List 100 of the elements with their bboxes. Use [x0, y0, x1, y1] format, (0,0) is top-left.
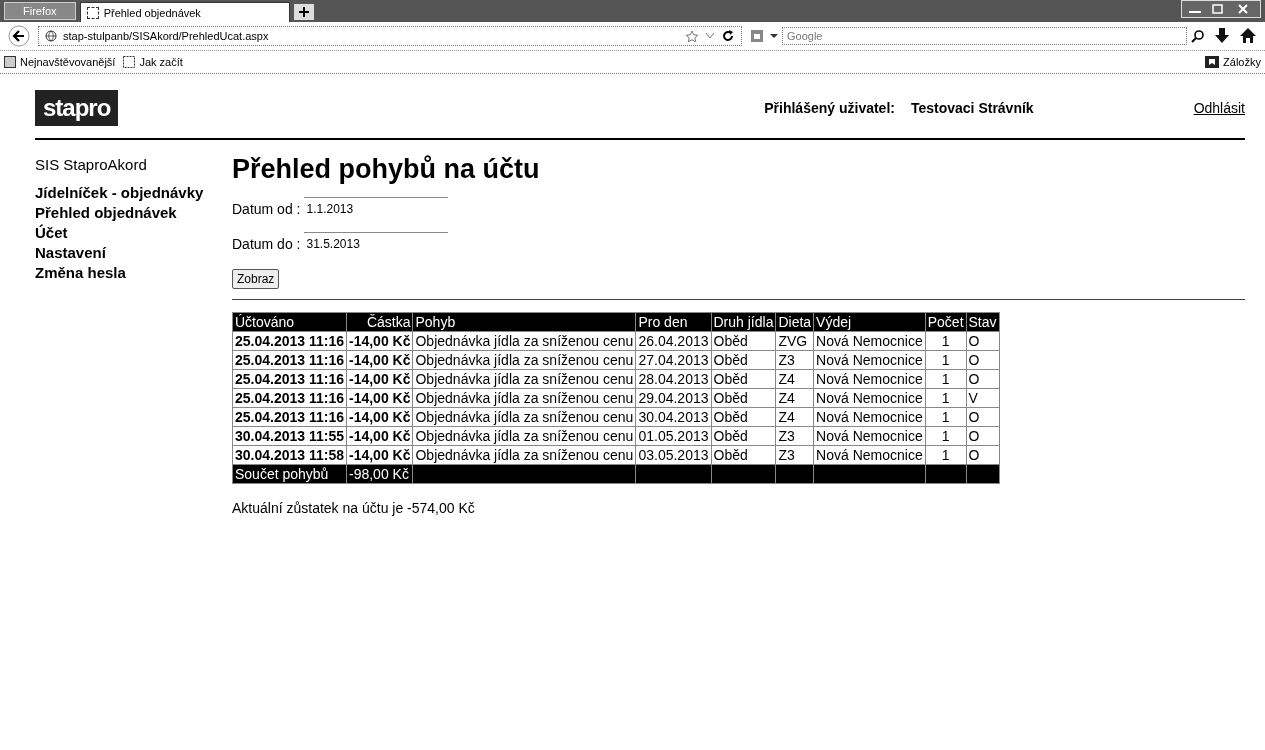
column-header: Pro den [635, 312, 711, 332]
dropdown-icon[interactable] [770, 33, 778, 39]
logo: stapro [35, 90, 119, 126]
table-cell: Objednávka jídla za sníženou cenu [413, 426, 636, 446]
table-cell: Oběd [711, 331, 776, 351]
table-cell: 25.04.2013 11:16 [232, 331, 347, 351]
bookmarks-menu[interactable]: Záložky [1205, 56, 1261, 68]
column-header: Počet [925, 312, 967, 332]
sidebar-link[interactable]: Nastavení [35, 243, 232, 263]
table-cell: Z3 [775, 350, 814, 370]
home-icon[interactable] [1239, 27, 1257, 45]
table-cell: Objednávka jídla za sníženou cenu [413, 445, 636, 465]
sidebar-link[interactable]: Přehled objednávek [35, 203, 232, 223]
back-icon[interactable] [8, 25, 30, 47]
table-cell: 1 [925, 350, 967, 370]
table-cell: 26.04.2013 [635, 331, 711, 351]
table-cell: 29.04.2013 [635, 388, 711, 408]
table-cell: Objednávka jídla za sníženou cenu [413, 407, 636, 427]
balance-text: Aktuální zůstatek na účtu je -574,00 Kč [232, 500, 476, 516]
table-cell: 28.04.2013 [635, 369, 711, 389]
table-cell: 1 [925, 369, 967, 389]
table-cell: Nová Nemocnice [813, 388, 926, 408]
new-tab-icon[interactable] [293, 4, 314, 20]
table-cell: ZVG [775, 331, 814, 351]
table-cell: Objednávka jídla za sníženou cenu [413, 388, 636, 408]
table-cell: -14,00 Kč [346, 426, 413, 446]
table-cell: Nová Nemocnice [813, 407, 926, 427]
table-cell: Objednávka jídla za sníženou cenu [413, 369, 636, 389]
address-bar[interactable]: stap-stulpanb/SISAkord/PrehledUcat.aspx [38, 26, 742, 46]
table-cell: Objednávka jídla za sníženou cenu [413, 350, 636, 370]
table-cell: Objednávka jídla za sníženou cenu [413, 331, 636, 351]
sidebar-link[interactable]: Změna hesla [35, 263, 232, 283]
table-cell: 1 [925, 407, 967, 427]
table-cell: Nová Nemocnice [813, 426, 926, 446]
table-cell: Nová Nemocnice [813, 331, 926, 351]
table-cell: Oběd [711, 407, 776, 427]
folder-icon [4, 56, 16, 68]
window-controls-icon[interactable] [1181, 0, 1261, 18]
app-title: SIS StaproAkord [35, 156, 148, 173]
table-cell: -14,00 Kč [346, 407, 413, 427]
sidebar-link[interactable]: Účet [35, 223, 232, 243]
table-cell: 25.04.2013 11:16 [232, 407, 347, 427]
table-cell: 1 [925, 445, 967, 465]
table-cell: 30.04.2013 11:55 [232, 426, 347, 446]
table-cell: 30.04.2013 [635, 407, 711, 427]
bookmark-item[interactable]: Jak začít [123, 56, 183, 68]
sidebar-link[interactable]: Jídelníček - objednávky [35, 183, 232, 203]
column-header: Výdej [813, 312, 926, 332]
table-cell: O [966, 350, 1000, 370]
page-title: Přehled pohybů na účtu [232, 154, 541, 185]
table-cell: Oběd [711, 369, 776, 389]
logout-link[interactable]: Odhlásit [1193, 100, 1245, 116]
table-cell: Nová Nemocnice [813, 369, 926, 389]
table-cell: 25.04.2013 11:16 [232, 388, 347, 408]
user-label: Přihlášený uživatel: [764, 100, 895, 116]
table-cell: 1 [925, 426, 967, 446]
globe-icon [45, 30, 57, 42]
field-label: Datum od : [232, 200, 301, 217]
table-cell: O [966, 369, 1000, 389]
table-cell: Oběd [711, 350, 776, 370]
search-field[interactable]: Google [782, 27, 1187, 45]
reload-icon[interactable] [721, 29, 735, 43]
bookmark-item[interactable]: Nejnavštěvovanější [4, 56, 116, 68]
table-cell: 25.04.2013 11:16 [232, 350, 347, 370]
column-header: Částka [346, 312, 413, 332]
show-button[interactable]: Zobraz [232, 269, 280, 289]
table-cell: Z4 [775, 407, 814, 427]
table-cell: 01.05.2013 [635, 426, 711, 446]
firefox-menu-button[interactable]: Firefox [4, 2, 76, 20]
table-cell: 03.05.2013 [635, 445, 711, 465]
column-header: Dieta [775, 312, 814, 332]
table-cell: 27.04.2013 [635, 350, 711, 370]
column-header: Stav [966, 312, 1000, 332]
table-cell: O [966, 426, 1000, 446]
star-icon[interactable] [685, 30, 699, 42]
table-cell: -14,00 Kč [346, 369, 413, 389]
table-cell: 1 [925, 388, 967, 408]
table-cell: O [966, 407, 1000, 427]
browser-tab[interactable]: Přehled objednávek [79, 2, 290, 22]
page-icon [123, 56, 136, 68]
table-cell: 25.04.2013 11:16 [232, 369, 347, 389]
bookmarks-icon [1205, 56, 1220, 68]
table-cell: Oběd [711, 445, 776, 465]
table-cell: O [966, 445, 1000, 465]
page-icon [86, 6, 99, 19]
table-cell: -14,00 Kč [346, 445, 413, 465]
table-cell: 30.04.2013 11:58 [232, 445, 347, 465]
table-cell: 1 [925, 331, 967, 351]
table-cell: O [966, 331, 1000, 351]
table-cell: Oběd [711, 388, 776, 408]
table-cell: Z3 [775, 445, 814, 465]
table-cell: -14,00 Kč [346, 350, 413, 370]
column-header: Pohyb [413, 312, 636, 332]
table-cell: Nová Nemocnice [813, 350, 926, 370]
table-cell: V [966, 388, 1000, 408]
search-icon[interactable] [1191, 29, 1205, 43]
download-icon[interactable] [1213, 27, 1231, 45]
url-text: stap-stulpanb/SISAkord/PrehledUcat.aspx [63, 30, 269, 42]
table-cell: Z4 [775, 388, 814, 408]
table-cell: Oběd [711, 426, 776, 446]
